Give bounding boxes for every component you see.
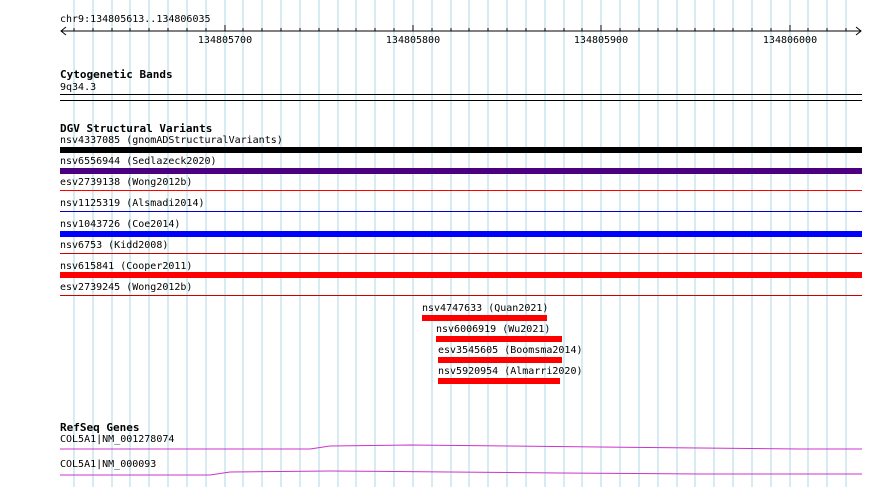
cytoband-label[interactable]: 9q34.3 [60,82,96,94]
variant-label[interactable]: esv2739245 (Wong2012b) [60,282,192,294]
variant-bar[interactable] [60,272,862,278]
variant-bar[interactable] [438,378,560,384]
variant-bar[interactable] [60,231,862,237]
cytoband-bar-top [60,94,862,95]
variant-label[interactable]: esv3545605 (Boomsma2014) [438,345,583,357]
variant-bar[interactable] [60,211,862,212]
variant-bar[interactable] [60,147,862,153]
variant-bar[interactable] [60,168,862,174]
variant-label[interactable]: nsv4337085 (gnomADStructuralVariants) [60,135,283,147]
ruler-tick-label: 134805700 [197,35,253,46]
gene-model[interactable] [0,440,890,454]
variant-label[interactable]: nsv1125319 (Alsmadi2014) [60,198,205,210]
refseq-track-title[interactable]: RefSeq Genes [60,421,139,434]
variant-label[interactable]: nsv1043726 (Coe2014) [60,219,180,231]
variant-label[interactable]: nsv6753 (Kidd2008) [60,240,168,252]
variant-label[interactable]: nsv6556944 (Sedlazeck2020) [60,156,217,168]
variant-bar[interactable] [60,253,862,254]
ruler [60,25,862,36]
cytoband-track-title[interactable]: Cytogenetic Bands [60,68,173,81]
variant-bar[interactable] [60,190,862,191]
variant-label[interactable]: nsv5920954 (Almarri2020) [438,366,583,378]
variant-bar[interactable] [436,336,562,342]
gene-model[interactable] [0,465,890,479]
variant-bar[interactable] [422,315,547,321]
variant-label[interactable]: nsv4747633 (Quan2021) [422,303,548,315]
cytoband-bar-bottom [60,100,862,101]
variant-label[interactable]: esv2739138 (Wong2012b) [60,177,192,189]
ruler-tick-label: 134805900 [573,35,629,46]
ruler-tick-label: 134805800 [385,35,441,46]
variant-bar[interactable] [60,295,862,296]
variant-bar[interactable] [438,357,562,363]
ruler-tick-label: 134806000 [762,35,818,46]
variant-label[interactable]: nsv6006919 (Wu2021) [436,324,550,336]
dgv-track-title[interactable]: DGV Structural Variants [60,122,212,135]
